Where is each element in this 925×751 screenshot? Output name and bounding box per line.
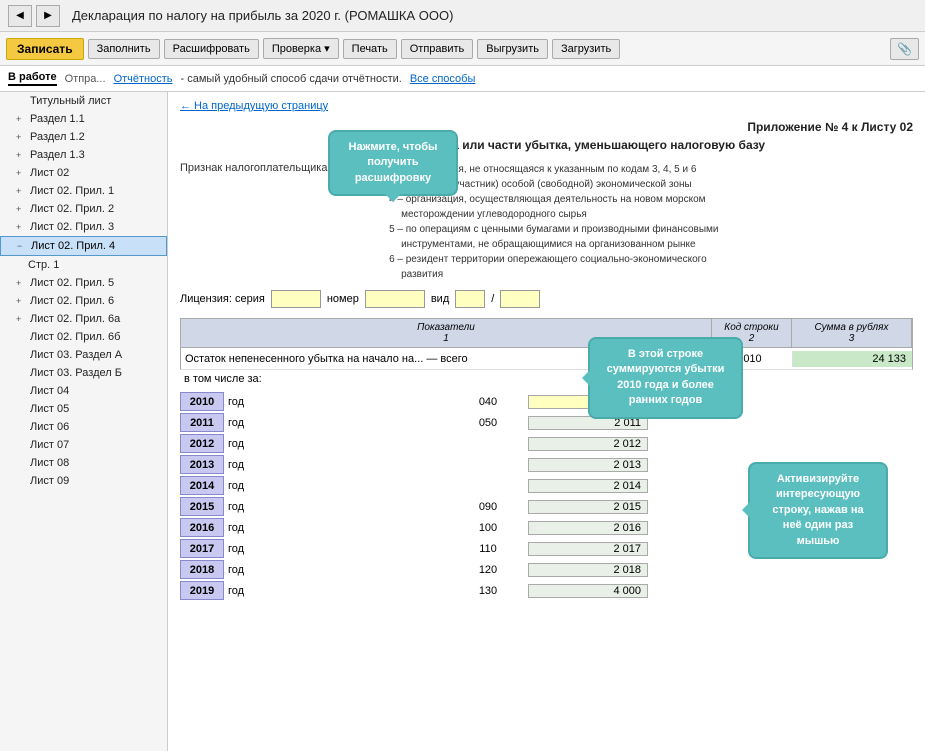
sidebar-item-r13[interactable]: + Раздел 1.3 <box>0 146 167 164</box>
app-title: Приложение № 4 к Листу 02 <box>180 120 913 134</box>
in-tom-chisle-label: в том числе за: <box>180 370 913 388</box>
sidebar-item-l02p1[interactable]: + Лист 02. Прил. 1 <box>0 182 167 200</box>
status-tab-2[interactable]: Отпра... <box>65 73 106 85</box>
sidebar-item-l05[interactable]: Лист 05 <box>0 400 167 418</box>
value-2016[interactable]: 2 016 <box>528 521 648 535</box>
year-row-2019[interactable]: 2019 год 130 4 000 <box>180 581 913 600</box>
tooltip-bubble-2: В этой строке суммируются убытки 2010 го… <box>588 337 743 419</box>
zapolnit-button[interactable]: Заполнить <box>88 39 160 59</box>
value-2019[interactable]: 4 000 <box>528 584 648 598</box>
status-description: - самый удобный способ сдачи отчётности. <box>181 73 402 85</box>
year-box-2012: 2012 <box>180 434 224 453</box>
year-box-2014: 2014 <box>180 476 224 495</box>
clip-button[interactable]: 📎 <box>890 38 919 60</box>
sidebar-item-r12[interactable]: + Раздел 1.2 <box>0 128 167 146</box>
license-vid-label: вид <box>431 293 449 305</box>
tooltip-bubble-3: Активизируйте интересующую строку, нажав… <box>748 462 888 559</box>
toolbar: Записать Заполнить Расшифровать Проверка… <box>0 32 925 66</box>
license-nomer-label: номер <box>327 293 359 305</box>
value-2015[interactable]: 2 015 <box>528 500 648 514</box>
main-layout: Титульный лист + Раздел 1.1 + Раздел 1.2… <box>0 92 925 751</box>
vygr-button[interactable]: Выгрузить <box>477 39 548 59</box>
value-2017[interactable]: 2 017 <box>528 542 648 556</box>
value-2014[interactable]: 2 014 <box>528 479 648 493</box>
year-box-2010: 2010 <box>180 392 224 411</box>
sidebar-item-l02p6[interactable]: + Лист 02. Прил. 6 <box>0 292 167 310</box>
table-header: Показатели1 Код строки2 Сумма в рублях3 <box>180 318 913 348</box>
sidebar-item-l06[interactable]: Лист 06 <box>0 418 167 436</box>
status-link[interactable]: Отчётность <box>114 73 173 85</box>
license-row: Лицензия: серия номер вид / <box>180 290 913 308</box>
main-data-row[interactable]: Остаток непенесенного убытка на начало н… <box>180 348 913 370</box>
pechat-button[interactable]: Печать <box>343 39 397 59</box>
sidebar-item-l02[interactable]: + Лист 02 <box>0 164 167 182</box>
license-series-input[interactable] <box>271 290 321 308</box>
sidebar-item-l09[interactable]: Лист 09 <box>0 472 167 490</box>
sidebar: Титульный лист + Раздел 1.1 + Раздел 1.2… <box>0 92 168 751</box>
year-row-2011[interactable]: 2011 год 050 2 011 <box>180 413 913 432</box>
sidebar-item-l02p4[interactable]: − Лист 02. Прил. 4 <box>0 236 167 256</box>
window-title: Декларация по налогу на прибыль за 2020 … <box>72 8 453 23</box>
zapisat-button[interactable]: Записать <box>6 38 84 60</box>
year-box-2017: 2017 <box>180 539 224 558</box>
sidebar-item-l02p6b[interactable]: Лист 02. Прил. 6б <box>0 328 167 346</box>
license-number-input[interactable] <box>365 290 425 308</box>
status-bar: В работе Отпра... Отчётность - самый удо… <box>0 66 925 92</box>
year-box-2013: 2013 <box>180 455 224 474</box>
year-box-2016: 2016 <box>180 518 224 537</box>
nav-buttons: ◀ ▶ <box>8 5 60 27</box>
sidebar-item-l02p6a[interactable]: + Лист 02. Прил. 6а <box>0 310 167 328</box>
license-vid-input[interactable] <box>455 290 485 308</box>
sidebar-item-l02p3[interactable]: + Лист 02. Прил. 3 <box>0 218 167 236</box>
sidebar-item-titulnyi[interactable]: Титульный лист <box>0 92 167 110</box>
year-row-2010[interactable]: 2010 год 040 4 017 <box>180 392 913 411</box>
forward-button[interactable]: ▶ <box>36 5 60 27</box>
value-2012[interactable]: 2 012 <box>528 437 648 451</box>
th-summa: Сумма в рублях3 <box>792 319 912 347</box>
main-row-value[interactable]: 24 133 <box>792 351 912 367</box>
value-2018[interactable]: 2 018 <box>528 563 648 577</box>
proverka-button[interactable]: Проверка ▾ <box>263 38 339 59</box>
otpravit-button[interactable]: Отправить <box>401 39 474 59</box>
year-box-2019: 2019 <box>180 581 224 600</box>
rasshifrovat-button[interactable]: Расшифровать <box>164 39 259 59</box>
title-bar: ◀ ▶ Декларация по налогу на прибыль за 2… <box>0 0 925 32</box>
year-row-2012[interactable]: 2012 год 2 012 <box>180 434 913 453</box>
year-box-2015: 2015 <box>180 497 224 516</box>
back-button[interactable]: ◀ <box>8 5 32 27</box>
content-area: Нажмите, чтобы получить расшифровку ← На… <box>168 92 925 751</box>
code-row: Признак налогоплательщика (код) 1 1 – ор… <box>180 162 913 282</box>
sidebar-item-l07[interactable]: Лист 07 <box>0 436 167 454</box>
sidebar-item-l03ra[interactable]: Лист 03. Раздел А <box>0 346 167 364</box>
nav-prev-page-link[interactable]: ← На предыдущую страницу <box>180 100 913 112</box>
status-tab-active[interactable]: В работе <box>8 71 57 86</box>
year-row-2018[interactable]: 2018 год 120 2 018 <box>180 560 913 579</box>
sidebar-item-l04[interactable]: Лист 04 <box>0 382 167 400</box>
app-subtitle: Расчет суммы убытка или части убытка, ум… <box>180 138 913 152</box>
sidebar-item-r11[interactable]: + Раздел 1.1 <box>0 110 167 128</box>
license-slash-input[interactable] <box>500 290 540 308</box>
zagr-button[interactable]: Загрузить <box>552 39 620 59</box>
sidebar-item-l02p2[interactable]: + Лист 02. Прил. 2 <box>0 200 167 218</box>
year-box-2018: 2018 <box>180 560 224 579</box>
tooltip-bubble-1: Нажмите, чтобы получить расшифровку <box>328 130 458 196</box>
sidebar-item-l02p4-str1[interactable]: Стр. 1 <box>0 256 167 274</box>
sidebar-item-l03rb[interactable]: Лист 03. Раздел Б <box>0 364 167 382</box>
sidebar-item-l02p5[interactable]: + Лист 02. Прил. 5 <box>0 274 167 292</box>
sidebar-item-l08[interactable]: Лист 08 <box>0 454 167 472</box>
license-label: Лицензия: серия <box>180 293 265 305</box>
year-box-2011: 2011 <box>180 413 224 432</box>
all-methods-link[interactable]: Все способы <box>410 73 476 85</box>
value-2013[interactable]: 2 013 <box>528 458 648 472</box>
